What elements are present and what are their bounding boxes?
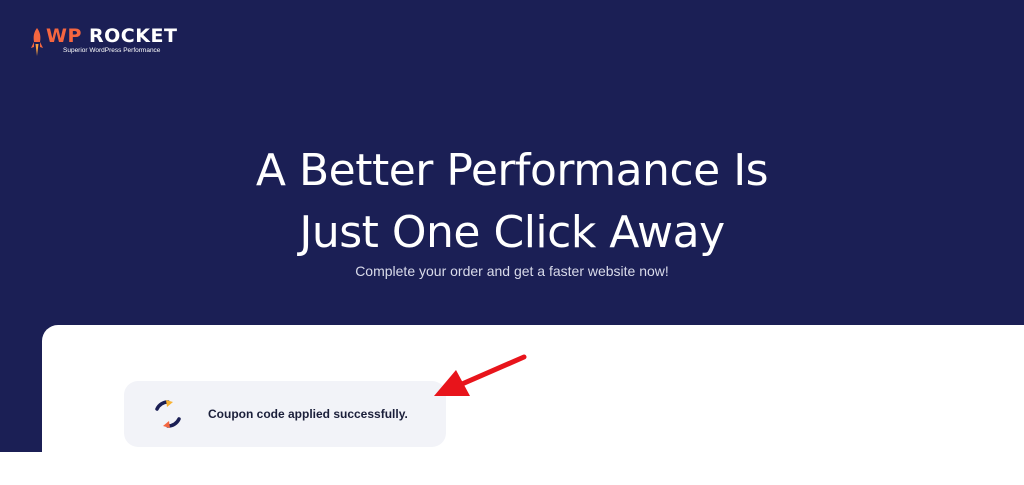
coupon-message: Coupon code applied successfully. xyxy=(208,407,408,421)
rocket-logo-icon xyxy=(31,28,43,56)
coupon-success-notice: Coupon code applied successfully. xyxy=(124,381,446,447)
logo-tagline: Superior WordPress Performance xyxy=(63,47,161,54)
headline-line-2: Just One Click Away xyxy=(299,207,725,258)
page-subtitle: Complete your order and get a faster web… xyxy=(355,263,669,279)
page-headline: A Better Performance Is Just One Click A… xyxy=(0,140,1024,264)
red-arrow-icon xyxy=(434,354,527,396)
logo-wordmark: WP ROCKET xyxy=(46,26,177,46)
logo-text: WP ROCKET Superior WordPress Performance xyxy=(46,26,177,54)
wp-rocket-logo[interactable]: WP ROCKET Superior WordPress Performance xyxy=(28,26,177,58)
logo-wp: WP xyxy=(46,25,82,47)
headline-line-1: A Better Performance Is xyxy=(255,145,769,196)
logo-rocket: ROCKET xyxy=(89,25,178,47)
refresh-icon xyxy=(155,400,181,428)
